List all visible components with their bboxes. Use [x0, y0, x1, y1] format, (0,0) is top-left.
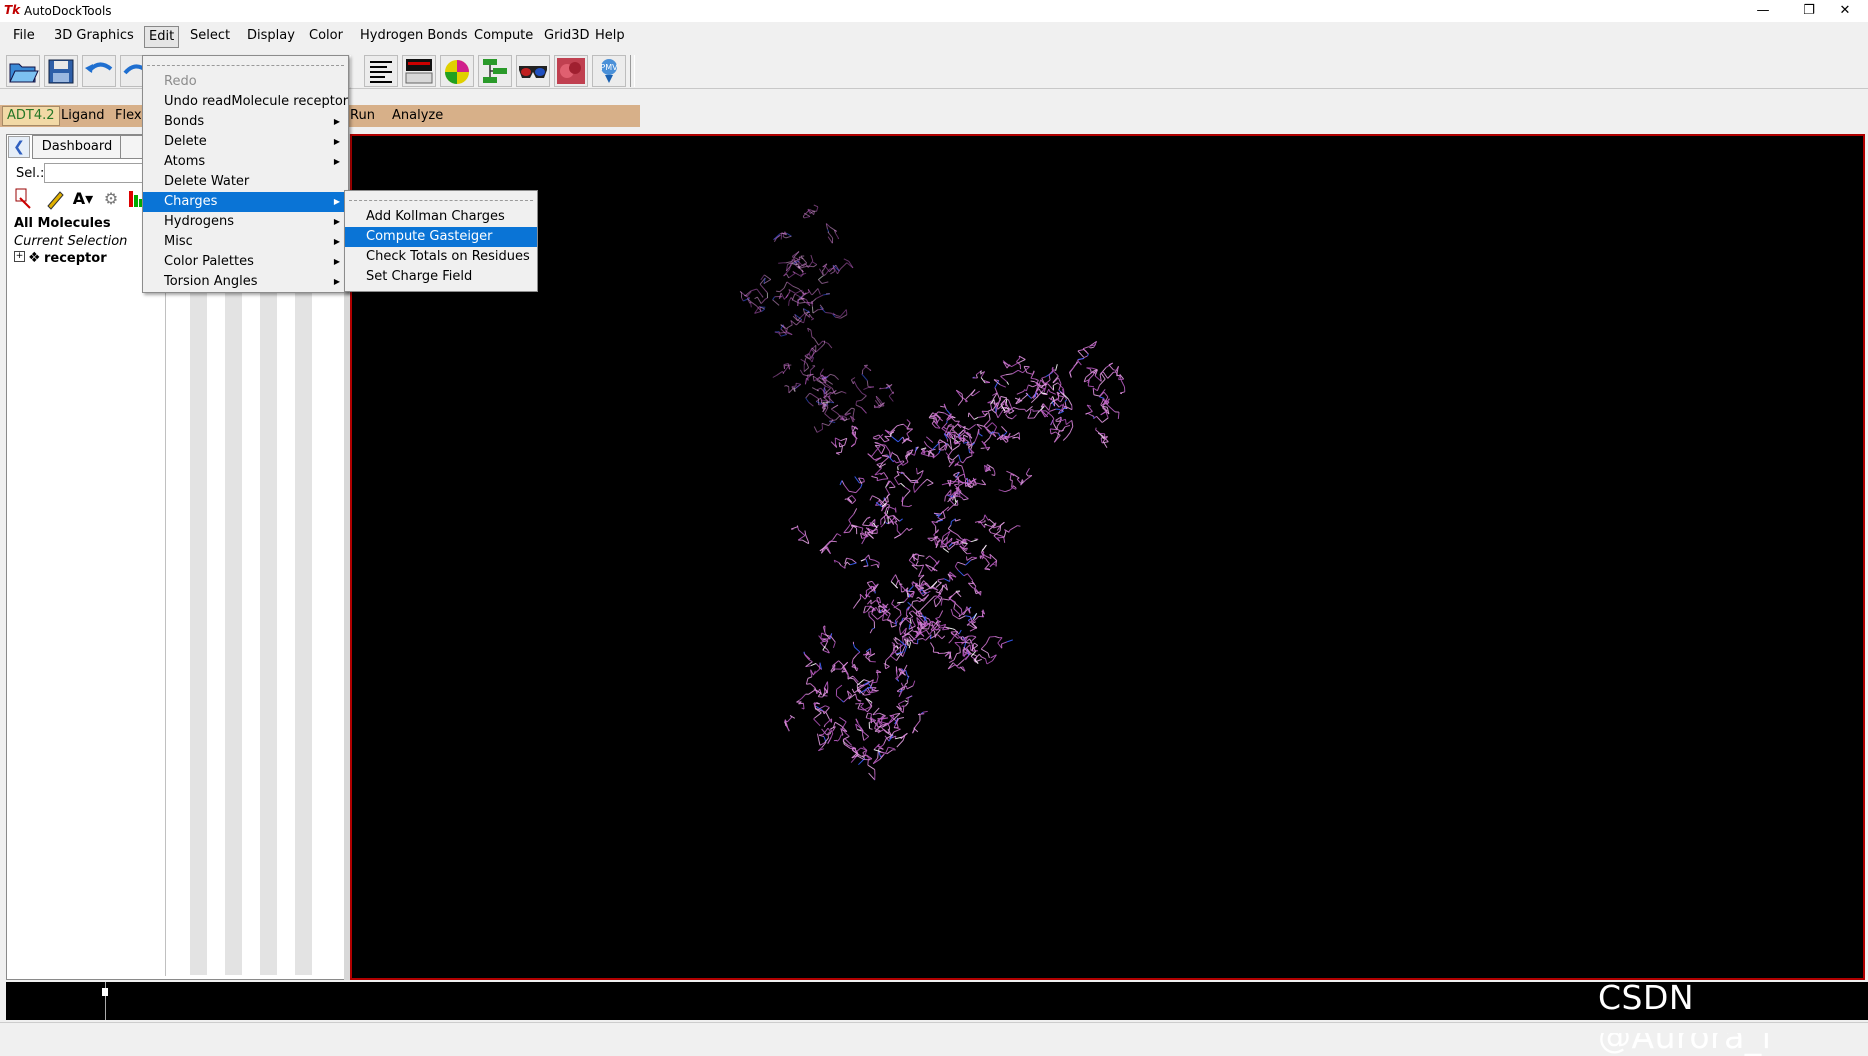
menu-item-label: Check Totals on Residues: [366, 249, 530, 264]
submenu-arrow-icon: ▶: [334, 132, 340, 152]
surface-icon[interactable]: [554, 55, 588, 87]
menu-item-label: Charges: [164, 194, 217, 209]
network-icon[interactable]: [478, 55, 512, 87]
menu-item-undo-read-molecule[interactable]: Undo readMolecule receptor: [143, 92, 348, 112]
column-stripe: [225, 285, 242, 975]
menu-item-label: Delete Water: [164, 174, 249, 189]
molecule-icon: ❖: [28, 250, 41, 266]
menu-item-hydrogens[interactable]: Hydrogens ▶: [143, 212, 348, 232]
menu-color[interactable]: Color: [305, 26, 347, 46]
menu-help[interactable]: Help: [591, 26, 629, 46]
selection-label: Sel.:: [16, 166, 44, 181]
menu-item-compute-gasteiger[interactable]: Compute Gasteiger: [345, 227, 537, 247]
column-stripe: [295, 285, 312, 975]
select-tool-icon[interactable]: [12, 186, 38, 212]
menu-item-atoms[interactable]: Atoms ▶: [143, 152, 348, 172]
submenu-arrow-icon: ▶: [334, 252, 340, 272]
undo-icon[interactable]: [82, 55, 116, 87]
3d-viewer-canvas[interactable]: [350, 134, 1865, 980]
console-icon[interactable]: [402, 55, 436, 87]
close-icon[interactable]: ✕: [1822, 0, 1868, 22]
menu-hydrogen-bonds[interactable]: Hydrogen Bonds: [356, 26, 472, 46]
svg-text:PMV: PMV: [600, 63, 618, 72]
minimize-icon[interactable]: —: [1740, 0, 1786, 22]
menu-item-label: Atoms: [164, 154, 205, 169]
stereo-glasses-icon[interactable]: [516, 55, 550, 87]
adt-menu-flex[interactable]: Flex: [111, 107, 146, 125]
menu-item-delete-water[interactable]: Delete Water: [143, 172, 348, 192]
submenu-arrow-icon: ▶: [334, 272, 340, 292]
menu-item-delete[interactable]: Delete ▶: [143, 132, 348, 152]
menu-item-torsion-angles[interactable]: Torsion Angles ▶: [143, 272, 348, 292]
menu-item-misc[interactable]: Misc ▶: [143, 232, 348, 252]
menu-item-label: Delete: [164, 134, 207, 149]
menu-item-label: Misc: [164, 234, 193, 249]
pencil-icon[interactable]: [42, 186, 68, 212]
molecule-rendering: [352, 136, 1863, 978]
color-sphere-icon[interactable]: [440, 55, 474, 87]
column-stripe: [260, 285, 277, 975]
adt-menu-ligand[interactable]: Ligand: [57, 107, 109, 125]
bottom-info-bar: [6, 982, 1868, 1020]
menu-select[interactable]: Select: [186, 26, 234, 46]
adt-menu-run[interactable]: Run: [346, 107, 379, 125]
gear-icon[interactable]: ⚙: [98, 186, 124, 212]
submenu-arrow-icon: ▶: [334, 152, 340, 172]
menu-item-label: Color Palettes: [164, 254, 254, 269]
collapse-arrow-icon[interactable]: ❮: [8, 136, 30, 158]
submenu-arrow-icon: ▶: [334, 112, 340, 132]
menu-3d-graphics[interactable]: 3D Graphics: [50, 26, 138, 46]
menu-display[interactable]: Display: [243, 26, 299, 46]
tree-node-receptor[interactable]: receptor: [44, 251, 107, 266]
menu-grid3d[interactable]: Grid3D: [540, 26, 594, 46]
slider-handle[interactable]: [102, 988, 108, 996]
window-title: AutoDockTools: [24, 4, 112, 18]
menu-item-bonds[interactable]: Bonds ▶: [143, 112, 348, 132]
edit-dropdown-menu: Redo Undo readMolecule receptor Bonds ▶ D…: [142, 55, 349, 293]
menu-item-label: Torsion Angles: [164, 274, 258, 289]
tearoff-line[interactable]: [147, 56, 344, 66]
toolbar-separator: [630, 55, 635, 87]
menu-item-label: Hydrogens: [164, 214, 234, 229]
menu-compute[interactable]: Compute: [470, 26, 537, 46]
adt-menu-analyze[interactable]: Analyze: [388, 107, 447, 125]
submenu-arrow-icon: ▶: [334, 212, 340, 232]
column-stripe: [190, 285, 207, 975]
all-molecules-label: All Molecules: [14, 216, 111, 231]
menu-item-label: Add Kollman Charges: [366, 209, 505, 224]
menu-file[interactable]: File: [9, 26, 39, 46]
menu-item-check-totals-on-residues[interactable]: Check Totals on Residues: [345, 247, 537, 267]
tearoff-line[interactable]: [349, 191, 533, 201]
menu-item-label: Set Charge Field: [366, 269, 472, 284]
menu-item-set-charge-field[interactable]: Set Charge Field: [345, 267, 537, 287]
text-list-icon[interactable]: [364, 55, 398, 87]
save-icon[interactable]: [44, 55, 78, 87]
menu-item-charges[interactable]: Charges ▶: [143, 192, 348, 212]
menu-item-color-palettes[interactable]: Color Palettes ▶: [143, 252, 348, 272]
label-font-icon[interactable]: A▾: [70, 186, 96, 212]
submenu-arrow-icon: ▶: [334, 192, 340, 212]
menu-item-label: Compute Gasteiger: [366, 229, 493, 244]
menu-edit[interactable]: Edit: [144, 26, 179, 48]
adt-version-button[interactable]: ADT4.2: [2, 106, 60, 126]
open-file-icon[interactable]: [6, 55, 40, 87]
menu-item-label: Redo: [164, 74, 197, 89]
title-bar: Tk AutoDockTools — ❐ ✕: [0, 0, 1868, 22]
python-shell-icon[interactable]: PMV: [592, 55, 626, 87]
status-bar: [0, 1022, 1868, 1033]
submenu-arrow-icon: ▶: [334, 232, 340, 252]
menu-item-label: Undo readMolecule receptor: [164, 94, 348, 109]
tk-app-icon: Tk: [4, 3, 20, 17]
tree-expand-icon[interactable]: +: [14, 251, 25, 262]
menu-item-add-kollman-charges[interactable]: Add Kollman Charges: [345, 207, 537, 227]
tab-dashboard[interactable]: Dashboard: [32, 135, 122, 159]
watermark: CSDN @Aurora_i: [1598, 978, 1868, 1056]
menu-item-label: Bonds: [164, 114, 204, 129]
charges-submenu: Add Kollman Charges Compute Gasteiger Ch…: [344, 190, 538, 292]
menu-item-redo[interactable]: Redo: [143, 72, 348, 92]
current-selection-label: Current Selection: [14, 234, 127, 249]
